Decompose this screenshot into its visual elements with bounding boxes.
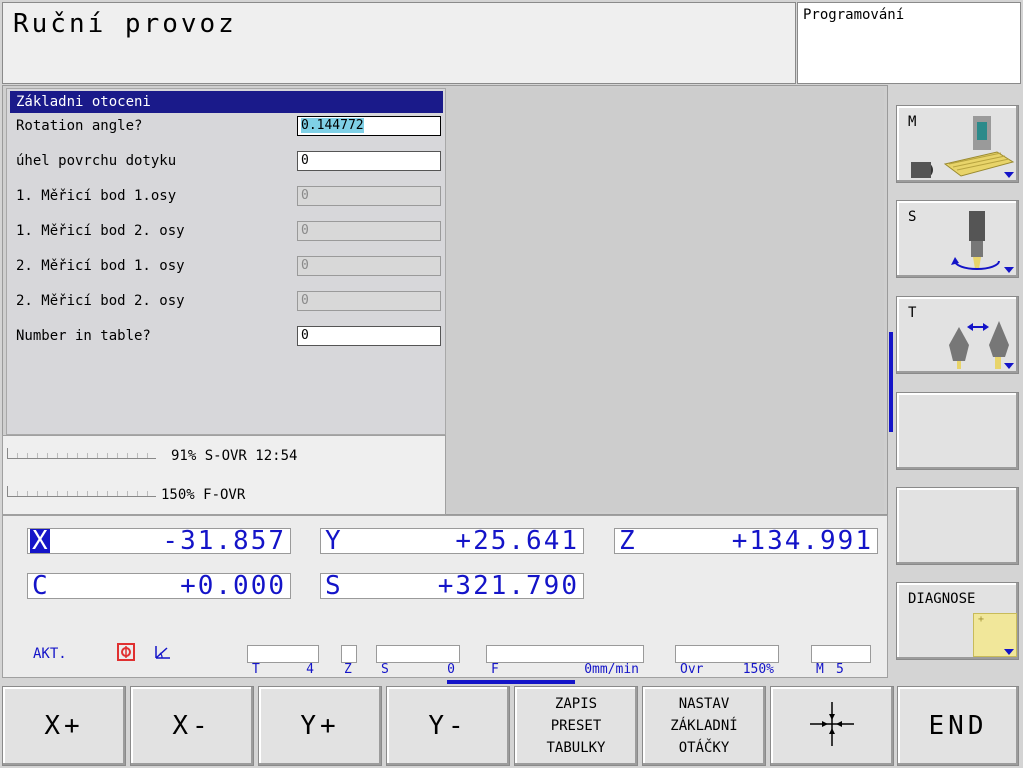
operating-mode-panel: Ruční provoz xyxy=(2,2,796,84)
crosshair-icon xyxy=(808,700,856,752)
override-box: Ovr 150% xyxy=(675,645,779,677)
spindle-axis-name: S xyxy=(325,571,341,601)
axis-y-value: +25.641 xyxy=(455,526,579,556)
field-label-point1-axis2: 1. Měřicí bod 2. osy xyxy=(16,223,185,239)
point2-axis2-input: 0 xyxy=(297,291,441,311)
field-label-table-number: Number in table? xyxy=(16,328,151,344)
softkey-t-function[interactable]: T xyxy=(896,296,1019,374)
jog-y-plus-button[interactable]: Y+ xyxy=(258,686,382,766)
feed-rate-box: F 0mm/min xyxy=(486,645,644,677)
axis-y-name: Y xyxy=(325,526,341,556)
point2-axis1-input: 0 xyxy=(297,256,441,276)
field-label-point2-axis2: 2. Měřicí bod 2. osy xyxy=(16,293,185,309)
softkey-side-empty-2[interactable] xyxy=(896,487,1019,565)
axis-x-name: X xyxy=(30,526,50,556)
axis-x-display: X -31.857 xyxy=(27,528,291,554)
spindle-position-display: S +321.790 xyxy=(320,573,584,599)
jog-y-minus-button[interactable]: Y- xyxy=(386,686,510,766)
operating-mode-title: Ruční provoz xyxy=(13,9,237,39)
write-preset-table-button[interactable]: ZAPIS PRESET TABULKY xyxy=(514,686,638,766)
softkey-row-indicator xyxy=(447,680,575,684)
m-function-box: M5 xyxy=(811,645,871,677)
spindle-override-bar xyxy=(7,448,156,459)
softkey-s-function[interactable]: S xyxy=(896,200,1019,278)
secondary-mode-panel[interactable]: Programování xyxy=(797,2,1021,84)
tool-axis-box: Z xyxy=(341,645,357,677)
softkey-diagnose[interactable]: DIAGNOSE + xyxy=(896,582,1019,660)
axis-y-display: Y +25.641 xyxy=(320,528,584,554)
feed-override-bar xyxy=(7,486,156,497)
basic-rotation-icon xyxy=(153,643,173,661)
override-status-panel: 91% S-OVR 12:54 150% F-OVR xyxy=(2,435,446,515)
spindle-rotation-icon xyxy=(947,209,1007,279)
field-label-rotation-angle: Rotation angle? xyxy=(16,118,143,134)
position-display: X -31.857 Y +25.641 Z +134.991 C +0.000 … xyxy=(2,515,888,678)
secondary-mode-label: Programování xyxy=(803,7,905,23)
jog-x-plus-button[interactable]: X+ xyxy=(2,686,126,766)
jog-x-minus-button[interactable]: X- xyxy=(130,686,254,766)
axis-z-name: Z xyxy=(619,526,635,556)
rotation-angle-input[interactable]: 0.144772 xyxy=(297,116,441,136)
spindle-axis-value: +321.790 xyxy=(437,571,579,601)
axis-x-value: -31.857 xyxy=(162,526,286,556)
crosshair-button[interactable] xyxy=(770,686,894,766)
softkey-scroll-indicator[interactable] xyxy=(889,332,893,432)
spindle-speed-box: S0 xyxy=(376,645,460,677)
feed-override-text: 150% F-OVR xyxy=(161,487,246,503)
softkey-side-empty-1[interactable] xyxy=(896,392,1019,470)
reference-warning-icon xyxy=(117,643,135,661)
surface-angle-input[interactable]: 0 xyxy=(297,151,441,171)
softkey-m-function[interactable]: M xyxy=(896,105,1019,183)
tool-number-box: T4 xyxy=(247,645,319,677)
set-basic-rotation-button[interactable]: NASTAV ZÁKLADNÍ OTÁČKY xyxy=(642,686,766,766)
field-label-surface-angle: úhel povrchu dotyku xyxy=(16,153,177,169)
table-number-input[interactable]: 0 xyxy=(297,326,441,346)
field-label-point2-axis1: 2. Měřicí bod 1. osy xyxy=(16,258,185,274)
dialog-title: Základni otoceni xyxy=(10,91,443,113)
field-label-point1-axis1: 1. Měřicí bod 1.osy xyxy=(16,188,177,204)
point1-axis2-input: 0 xyxy=(297,221,441,241)
axis-c-display: C +0.000 xyxy=(27,573,291,599)
graphics-area xyxy=(446,88,884,512)
point1-axis1-input: 0 xyxy=(297,186,441,206)
machine-table-icon xyxy=(905,112,1017,186)
basic-rotation-dialog: Základni otoceni Rotation angle? 0.14477… xyxy=(6,88,446,435)
end-button[interactable]: END xyxy=(897,686,1019,766)
axis-z-display: Z +134.991 xyxy=(614,528,878,554)
axis-c-name: C xyxy=(32,571,48,601)
spindle-override-text: 91% S-OVR 12:54 xyxy=(171,448,298,464)
actual-position-label: AKT. xyxy=(33,646,67,662)
axis-c-value: +0.000 xyxy=(180,571,286,601)
axis-z-value: +134.991 xyxy=(731,526,873,556)
